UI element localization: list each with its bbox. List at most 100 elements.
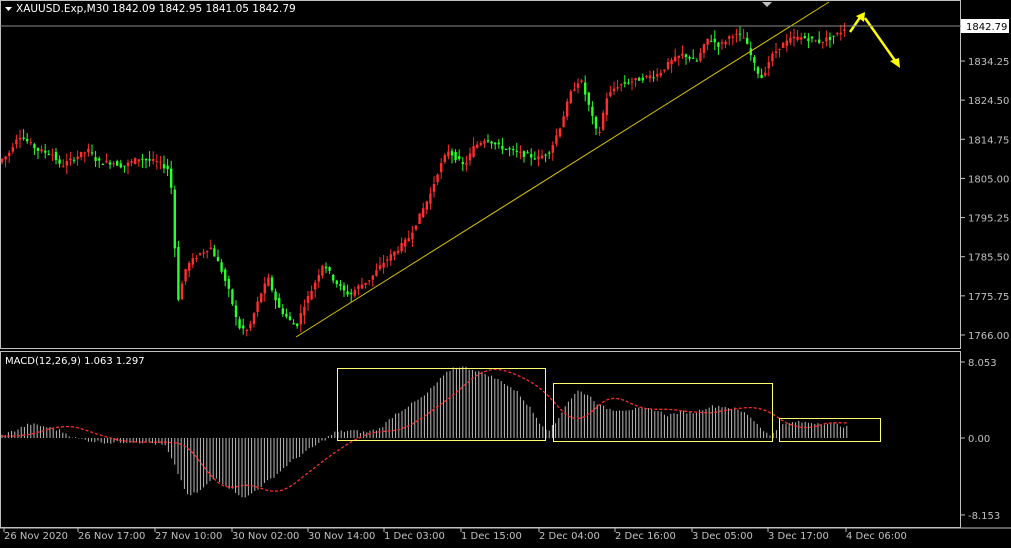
candle-body [756, 67, 760, 74]
candle-body [562, 116, 565, 128]
candle-body [548, 152, 551, 154]
candle-body [508, 148, 511, 150]
candle-body [612, 88, 616, 92]
candle-body [836, 33, 839, 35]
candle-body [335, 280, 338, 284]
candle-body [47, 153, 50, 155]
candle-body [645, 75, 648, 77]
candle-body [281, 308, 284, 315]
candle-body [504, 148, 508, 150]
candle-body [638, 77, 641, 81]
candle-body [134, 158, 137, 164]
candle-body [760, 74, 763, 79]
candle-body [501, 145, 504, 150]
symbol-label: XAUUSD.Exp,M30 [16, 3, 109, 15]
candle-body [274, 291, 277, 301]
candle-body [83, 152, 86, 154]
candle-body [245, 330, 248, 332]
candle-body [364, 282, 367, 285]
candle-body [4, 156, 7, 160]
time-tick-label: 2 Dec 16:00 [615, 531, 676, 542]
candle-body [796, 36, 799, 40]
candle-body [11, 147, 14, 152]
candle-body [641, 77, 644, 81]
candle-body [792, 36, 796, 39]
time-tick-label: 26 Nov 17:00 [78, 531, 145, 542]
candle-body [432, 183, 436, 192]
candle-body [476, 144, 479, 148]
candle-body [566, 101, 569, 117]
candle-body [702, 44, 706, 53]
candle-body [152, 159, 155, 161]
candle-body [659, 72, 662, 76]
macd-highlight-box-3[interactable] [779, 418, 881, 442]
price-tick-label: 1805.00 [968, 174, 1009, 185]
candle-body [785, 40, 788, 46]
projection-arrows [848, 12, 900, 68]
chart-canvas[interactable]: XAUUSD.Exp,M30 1842.09 1842.95 1841.05 1… [0, 0, 1011, 544]
candle-body [177, 246, 180, 300]
candle-body [98, 158, 101, 161]
candle-body [18, 137, 22, 140]
candle-body [72, 159, 76, 161]
candle-body [216, 256, 220, 262]
macd-highlight-box-2[interactable] [553, 383, 773, 442]
current-price-badge-text: 1842.79 [966, 22, 1007, 33]
candle-body [231, 289, 234, 305]
candle-body [710, 40, 713, 42]
time-tick-label: 3 Dec 17:00 [768, 531, 829, 542]
candle-body [771, 53, 774, 62]
candle-body [569, 91, 572, 103]
time-axis: 26 Nov 2020 26 Nov 17:00 27 Nov 10:00 30 No… [3, 528, 907, 542]
candle-body [360, 284, 364, 289]
main-plot-frame [0, 0, 961, 349]
candle-body [101, 163, 104, 165]
candle-body [263, 283, 266, 294]
candle-body [54, 151, 58, 161]
dropdown-triangle-icon[interactable] [5, 7, 12, 11]
candle-body [533, 158, 536, 160]
candle-body [62, 165, 65, 167]
candle-body [116, 161, 119, 166]
candle-body [51, 154, 54, 156]
candle-body [270, 277, 274, 291]
candle-body [623, 82, 626, 84]
candle-body [76, 156, 79, 160]
candle-body [540, 155, 544, 159]
time-tick-label: 1 Dec 03:00 [384, 531, 445, 542]
trendline[interactable] [295, 1, 830, 338]
candle-body [774, 51, 778, 53]
candle-body [699, 52, 702, 61]
candle-body [159, 161, 162, 163]
candle-body [26, 138, 29, 142]
ohlc-values: 1842.09 1842.95 1841.05 1842.79 [112, 3, 296, 15]
candle-body [296, 323, 299, 327]
candle-body [414, 225, 418, 230]
candle-body [436, 174, 439, 183]
candle-body [393, 251, 396, 257]
candle-body [522, 151, 526, 157]
candle-body [191, 258, 194, 265]
time-tick-label: 4 Dec 06:00 [846, 531, 907, 542]
candle-body [778, 48, 781, 50]
price-tick-label: 1795.25 [968, 214, 1009, 225]
candle-body [198, 253, 202, 255]
candle-body [148, 159, 151, 161]
candle-body [782, 42, 785, 48]
candle-body [627, 82, 630, 84]
candle-body [742, 37, 745, 39]
candle-body [598, 132, 601, 134]
candle-body [130, 161, 133, 163]
price-tick-label: 1775.75 [968, 292, 1009, 303]
candle-body [342, 285, 346, 291]
candle-body [400, 242, 403, 252]
shift-marker-icon[interactable] [762, 2, 772, 7]
candle-body [328, 267, 331, 271]
candle-body [803, 36, 806, 39]
candle-body [137, 159, 140, 162]
candle-body [238, 319, 241, 329]
price-tick-label: 1766.00 [968, 331, 1009, 342]
candle-body [80, 151, 83, 158]
candle-body [8, 152, 11, 156]
candle-body [425, 201, 428, 210]
